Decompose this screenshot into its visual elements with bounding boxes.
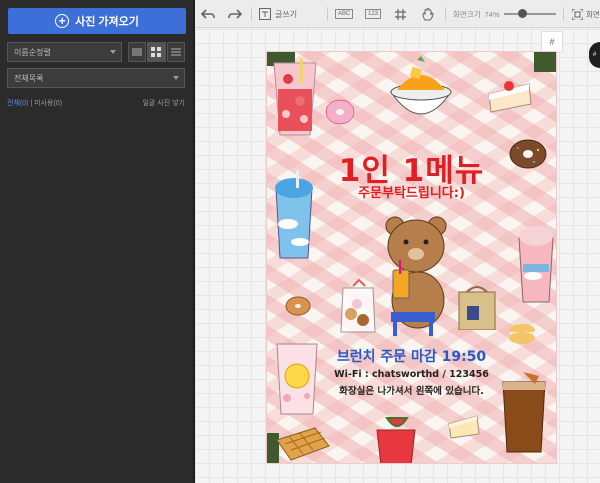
text-tool-button[interactable]: 글쓰기 — [259, 0, 297, 28]
text-tool-label: 글쓰기 — [275, 9, 298, 19]
abc-icon: ABC — [335, 9, 354, 19]
zoom-slider-handle[interactable] — [518, 9, 527, 18]
cheesecake-image — [448, 415, 480, 439]
grid-icon — [151, 47, 162, 57]
view-list-button[interactable] — [166, 42, 185, 62]
poster-brunch-notice: 브런치 주문 마감 19:50 — [336, 349, 487, 365]
bear-illustration — [385, 216, 447, 336]
poster-page[interactable]: 1인 1메뉴 주문부탁드립니다:) 브런치 주문 마감 19:50 Wi-Fi … — [266, 51, 557, 464]
undo-button[interactable] — [201, 0, 215, 28]
zoom-control: 화면크기 74% — [453, 0, 500, 28]
strawberry-drink-image — [273, 59, 317, 136]
abc-button[interactable]: ABC — [335, 0, 354, 28]
pink-soda-image — [518, 226, 554, 303]
macaron-image — [509, 324, 535, 344]
hand-icon — [422, 7, 434, 20]
donut-image — [285, 296, 311, 316]
number-icon: 123 — [365, 9, 382, 19]
grid-toggle-button[interactable] — [395, 0, 406, 28]
strawberry-cake-image — [488, 81, 532, 113]
poster-corner — [534, 52, 556, 72]
zoom-value: 74% — [484, 9, 500, 19]
bulk-insert-link[interactable]: 일괄 사진 넣기 — [142, 98, 185, 108]
view-grid-button[interactable] — [147, 42, 166, 62]
fit-screen-icon — [572, 8, 583, 20]
watermelon-juice-image — [376, 417, 416, 463]
import-photos-button[interactable]: + 사진 가져오기 — [8, 8, 186, 34]
zoom-slider-track[interactable] — [504, 13, 556, 15]
filter-all-link[interactable]: 전체(0) — [7, 100, 28, 107]
hand-tool-button[interactable] — [422, 0, 434, 28]
folder-select-value: 전체목록 — [14, 73, 44, 83]
toolbar-separator — [251, 7, 252, 21]
tag-button[interactable]: # — [541, 31, 563, 53]
toolbar-separator — [327, 7, 328, 21]
sort-select[interactable]: 이름순정렬 — [7, 42, 122, 62]
view-large-button[interactable] — [128, 42, 147, 62]
undo-icon — [201, 9, 215, 19]
import-photos-label: 사진 가져오기 — [75, 16, 139, 28]
sort-select-value: 이름순정렬 — [14, 47, 51, 57]
zoom-label: 화면크기 — [453, 9, 481, 19]
hash-grid-icon — [395, 8, 406, 20]
toolbar-separator — [563, 7, 564, 21]
toolbar-separator — [445, 7, 446, 21]
hash-icon: # — [549, 37, 555, 47]
filter-row: 전체(0) | 미사용(0) 일괄 사진 넣기 — [7, 98, 185, 108]
fit-screen-label: 화면 — [586, 9, 600, 19]
fit-screen-button[interactable]: 화면 — [572, 0, 600, 28]
left-panel: + 사진 가져오기 이름순정렬 전체목록 전체(0) | 미사용(0) 일괄 사… — [0, 0, 193, 483]
waffle-image — [276, 427, 330, 461]
chevron-down-icon — [110, 50, 116, 54]
redo-button[interactable] — [228, 0, 242, 28]
donut-image — [325, 99, 355, 125]
cookie-bag-image — [340, 278, 376, 333]
chevron-down-icon — [173, 76, 179, 80]
paper-bag-image — [458, 286, 496, 330]
filter-unused-link[interactable]: 미사용(0) — [34, 100, 62, 107]
poster-restroom-info: 화장실은 나가셔서 왼쪽에 있습니다. — [339, 386, 484, 397]
large-grid-icon — [132, 48, 143, 56]
list-icon — [170, 48, 181, 56]
view-mode-group — [128, 42, 185, 62]
number-button[interactable]: 123 — [365, 0, 382, 28]
side-panel-toggle[interactable]: # — [589, 42, 600, 68]
mango-bingsu-image — [390, 56, 452, 115]
poster-subtitle: 주문부탁드립니다:) — [358, 186, 465, 201]
redo-icon — [228, 9, 242, 19]
folder-select[interactable]: 전체목록 — [7, 68, 185, 88]
text-box-icon — [259, 8, 271, 20]
poster-wifi-info: Wi-Fi : chatsworthd / 123456 — [334, 369, 489, 380]
plus-icon: + — [55, 14, 70, 28]
